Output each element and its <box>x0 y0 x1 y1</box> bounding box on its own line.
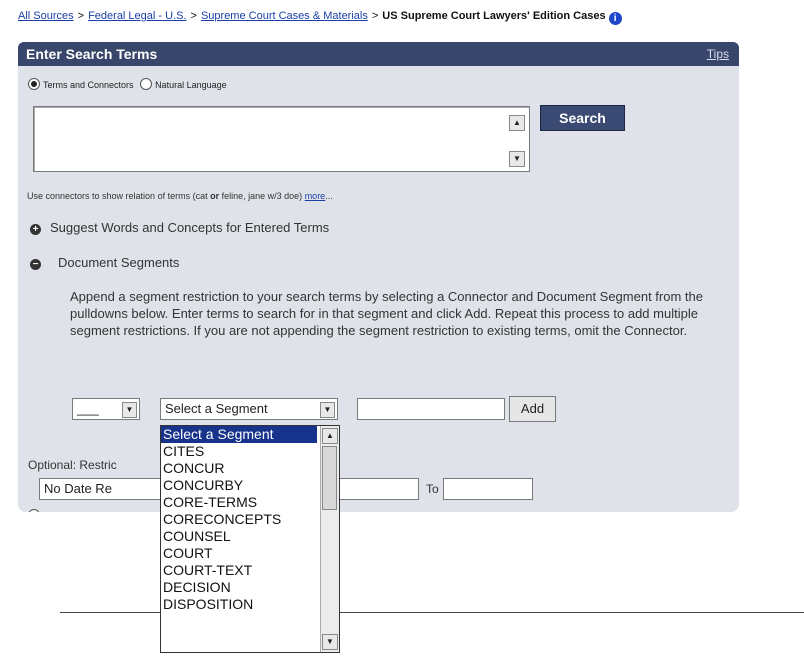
date-restriction-value: No Date Re <box>44 481 112 496</box>
search-panel: Enter Search Terms Tips Terms and Connec… <box>18 42 739 512</box>
segment-terms-input[interactable] <box>357 398 505 420</box>
more-ellipsis: ... <box>325 191 333 201</box>
plus-circle-icon[interactable]: + <box>30 224 41 235</box>
dropdown-option[interactable]: CONCUR <box>161 460 339 477</box>
terms-connectors-radio[interactable] <box>28 78 40 90</box>
dropdown-option[interactable]: CITES <box>161 443 339 460</box>
add-button[interactable]: Add <box>509 396 556 422</box>
suggest-words-label: Suggest Words and Concepts for Entered T… <box>50 220 330 235</box>
connector-help-text2: feline, jane w/3 doe) <box>221 191 303 201</box>
natural-language-label: Natural Language <box>155 80 227 90</box>
optional-restrict-label: Optional: Restric <box>28 458 117 472</box>
dropdown-option[interactable]: CORECONCEPTS <box>161 511 339 528</box>
minus-circle-icon[interactable]: − <box>30 259 41 270</box>
search-button[interactable]: Search <box>540 105 625 131</box>
connector-or: or <box>210 191 220 201</box>
dropdown-option[interactable]: COURT-TEXT <box>161 562 339 579</box>
date-restriction-select[interactable]: No Date Re <box>39 478 164 500</box>
breadcrumb-all-sources[interactable]: All Sources <box>18 10 74 22</box>
segment-select-value: Select a Segment <box>165 401 268 416</box>
chevron-down-icon[interactable]: ▼ <box>320 402 335 418</box>
natural-language-radio[interactable] <box>140 78 153 90</box>
scrollbar-thumb[interactable] <box>322 446 337 510</box>
search-mode-group: Terms and Connectors Natural Language <box>28 78 227 90</box>
panel-title: Enter Search Terms <box>26 46 158 62</box>
date-to-input[interactable] <box>443 478 533 500</box>
info-icon[interactable]: i <box>608 12 622 25</box>
document-segments-row[interactable]: − Document Segments <box>30 255 179 270</box>
scroll-down-icon[interactable]: ▼ <box>322 634 338 650</box>
suggest-words-row[interactable]: + Suggest Words and Concepts for Entered … <box>30 220 329 235</box>
breadcrumb-separator: > <box>190 10 197 22</box>
dropdown-option[interactable]: COUNSEL <box>161 528 339 545</box>
more-link[interactable]: more <box>305 191 326 201</box>
dropdown-option[interactable]: DISPOSITION <box>161 596 339 613</box>
breadcrumb: All Sources > Federal Legal - U.S. > Supreme… <box>18 10 622 25</box>
segment-dropdown-list[interactable]: Select a Segment CITES CONCUR CONCURBY C… <box>160 425 340 653</box>
dropdown-option[interactable]: COURT <box>161 545 339 562</box>
scroll-up-icon[interactable]: ▲ <box>322 428 338 444</box>
panel-header: Enter Search Terms Tips <box>18 42 739 66</box>
connector-select[interactable]: ___ ▼ <box>72 398 140 420</box>
breadcrumb-current: US Supreme Court Lawyers' Edition Cases <box>382 10 606 22</box>
chevron-down-icon[interactable]: ▼ <box>122 402 137 418</box>
segment-instructions: Append a segment restriction to your sea… <box>70 289 703 338</box>
terms-connectors-label: Terms and Connectors <box>43 80 134 90</box>
breadcrumb-separator: > <box>77 10 85 22</box>
dropdown-option[interactable]: DECISION <box>161 579 339 596</box>
connector-help: Use connectors to show relation of terms… <box>27 191 333 201</box>
breadcrumb-supreme-court[interactable]: Supreme Court Cases & Materials <box>201 10 368 22</box>
tips-link[interactable]: Tips <box>707 42 729 66</box>
breadcrumb-separator: > <box>371 10 379 22</box>
document-segments-label: Document Segments <box>58 255 180 270</box>
textarea-scroll-down[interactable]: ▼ <box>509 151 525 167</box>
dropdown-scrollbar[interactable]: ▲ ▼ <box>320 426 339 652</box>
to-label: To <box>426 482 439 496</box>
date-restriction-radio[interactable] <box>28 509 40 512</box>
dropdown-option-selected[interactable]: Select a Segment <box>161 426 317 443</box>
search-terms-textarea[interactable]: ▲ ▼ <box>33 106 530 172</box>
breadcrumb-federal-legal[interactable]: Federal Legal - U.S. <box>88 10 186 22</box>
dropdown-option[interactable]: CONCURBY <box>161 477 339 494</box>
segment-select[interactable]: Select a Segment ▼ <box>160 398 338 420</box>
date-from-input[interactable] <box>337 478 419 500</box>
connector-help-text: Use connectors to show relation of terms… <box>27 191 208 201</box>
textarea-scroll-up[interactable]: ▲ <box>509 115 525 131</box>
connector-select-value: ___ <box>77 401 99 416</box>
dropdown-option[interactable]: CORE-TERMS <box>161 494 339 511</box>
